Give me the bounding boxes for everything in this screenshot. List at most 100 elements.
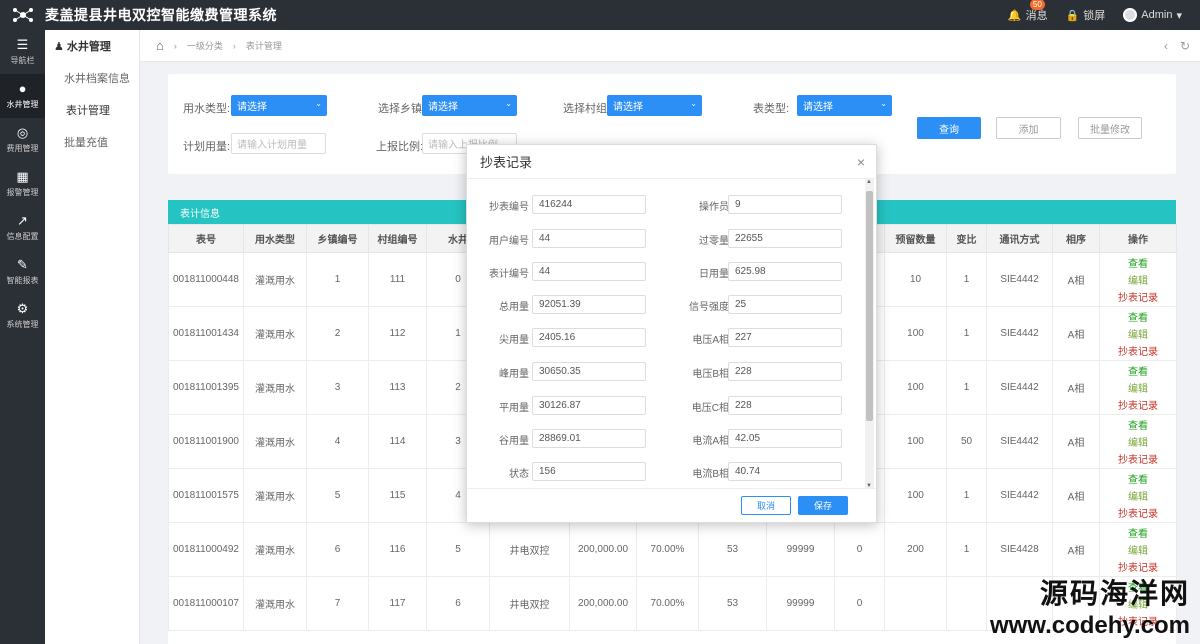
table-cell: 200,000.00 [569,576,637,631]
field-input[interactable]: 156 [532,462,646,481]
sidebar-item-label: 系统管理 [6,320,39,329]
edit-link[interactable]: 编辑 [1128,380,1148,395]
field-label: 信号强度 [689,302,729,313]
col-header: 乡镇编号 [306,224,369,253]
subnav-item-meter-management[interactable]: 表计管理 [45,94,139,126]
table-cell: 7 [306,576,369,631]
scroll-up-icon[interactable]: ▲ [866,179,872,185]
meter-record-link[interactable]: 抄表记录 [1118,451,1158,466]
add-button[interactable]: 添加 [996,117,1061,139]
field-input[interactable]: 40.74 [728,462,842,481]
select-value: 请选择 [803,102,833,113]
sidebar-item-report[interactable]: ✎ 智能报表 [0,250,45,294]
field-input[interactable]: 44 [532,229,646,248]
water-type-select[interactable]: 请选择 ⌄ [231,95,327,116]
field-input[interactable]: 9 [728,195,842,214]
cancel-button[interactable]: 取消 [741,496,791,515]
table-cell: 1 [946,252,987,307]
close-icon[interactable]: × [857,154,865,170]
edit-link[interactable]: 编辑 [1128,488,1148,503]
field-input[interactable]: 30126.87 [532,396,646,415]
table-cell: SIE4442 [986,414,1053,469]
subnav-item-batch-recharge[interactable]: 批量充值 [45,126,139,158]
field-input[interactable]: 28869.01 [532,429,646,448]
meter-record-link[interactable]: 抄表记录 [1118,397,1158,412]
field-input[interactable]: 42.05 [728,429,842,448]
app-logo-icon[interactable] [0,0,45,30]
sidebar-item-system[interactable]: ⚙ 系统管理 [0,294,45,338]
select-value: 请选择 [237,102,267,113]
meter-record-link[interactable]: 抄表记录 [1118,505,1158,520]
messages-badge: 50 [1029,0,1045,10]
settings-icon: ⚙ [16,301,29,316]
field-input[interactable]: 2405.16 [532,328,646,347]
field-label: 电压B相 [692,369,729,380]
field-input[interactable]: 625.98 [728,262,842,281]
field-label: 抄表编号 [489,202,529,213]
field-input[interactable]: 416244 [532,195,646,214]
view-link[interactable]: 查看 [1128,363,1148,378]
table-cell: A相 [1052,252,1100,307]
table-cell: 114 [368,414,427,469]
sidebar-item-fee[interactable]: ◎ 费用管理 [0,118,45,162]
view-link[interactable]: 查看 [1128,417,1148,432]
messages-button[interactable]: 🔔 消息 50 [1008,0,1048,23]
scrollbar-thumb[interactable] [866,191,873,421]
field-input[interactable]: 227 [728,328,842,347]
plan-input[interactable]: 请输入计划用量 [231,133,326,154]
view-link[interactable]: 查看 [1128,309,1148,324]
subnav-item-well-archive[interactable]: 水井档案信息 [45,62,139,94]
table-cell: 5 [426,522,490,577]
view-link[interactable]: 查看 [1128,255,1148,270]
chevron-down-icon: ▾ [1176,9,1182,22]
col-header: 变比 [946,224,987,253]
village-select[interactable]: 请选择 ⌄ [607,95,702,116]
save-button[interactable]: 保存 [798,496,848,515]
back-icon[interactable]: ‹ [1164,39,1168,53]
refresh-icon[interactable]: ↻ [1180,39,1190,53]
meter-record-link[interactable]: 抄表记录 [1118,289,1158,304]
breadcrumb-level1[interactable]: 一级分类 [187,39,223,52]
field-input[interactable]: 25 [728,295,842,314]
table-cell: 灌溉用水 [243,360,307,415]
table-cell: 70.00% [636,576,699,631]
sidebar-item-well[interactable]: ● 水井管理 [0,74,45,118]
edit-link[interactable]: 编辑 [1128,272,1148,287]
meter-record-link[interactable]: 抄表记录 [1118,343,1158,358]
table-cell [884,576,947,631]
field-input[interactable]: 44 [532,262,646,281]
lock-screen-button[interactable]: 🔒 锁屏 [1066,7,1106,23]
batch-edit-button[interactable]: 批量修改 [1078,117,1142,139]
sidebar-item-nav[interactable]: ☰ 导航栏 [0,30,45,74]
dialog-scrollbar[interactable]: ▲ ▼ [865,179,874,489]
table-cell: 001811001575 [168,468,244,523]
edit-link[interactable]: 编辑 [1128,326,1148,341]
field-input[interactable]: 30650.35 [532,362,646,381]
edit-link[interactable]: 编辑 [1128,434,1148,449]
view-link[interactable]: 查看 [1128,525,1148,540]
sidebar-item-alarm[interactable]: ▦ 报警管理 [0,162,45,206]
sidebar-item-label: 水井管理 [6,100,39,109]
table-cell: 001811001434 [168,306,244,361]
edit-link[interactable]: 编辑 [1128,542,1148,557]
meter-type-select[interactable]: 请选择 ⌄ [797,95,892,116]
sidebar-item-config[interactable]: ↗ 信息配置 [0,206,45,250]
field-input[interactable]: 228 [728,396,842,415]
field-label: 电压C相 [691,403,729,414]
home-icon[interactable]: ⌂ [156,38,164,53]
breadcrumb-separator-icon: › [173,40,177,51]
table-cell: 100 [884,360,947,415]
table-cell: 1 [946,360,987,415]
town-label: 选择乡镇: [378,103,426,115]
field-input[interactable]: 92051.39 [532,295,646,314]
table-cell: 灌溉用水 [243,468,307,523]
user-menu[interactable]: Admin ▾ [1123,8,1182,22]
query-button[interactable]: 查询 [917,117,981,139]
field-input[interactable]: 22655 [728,229,842,248]
table-cell: 001811000492 [168,522,244,577]
subnav-header: ♟ 水井管理 [45,30,139,62]
town-select[interactable]: 请选择 ⌄ [422,95,517,116]
breadcrumb-level2[interactable]: 表计管理 [246,39,282,52]
view-link[interactable]: 查看 [1128,471,1148,486]
field-input[interactable]: 228 [728,362,842,381]
